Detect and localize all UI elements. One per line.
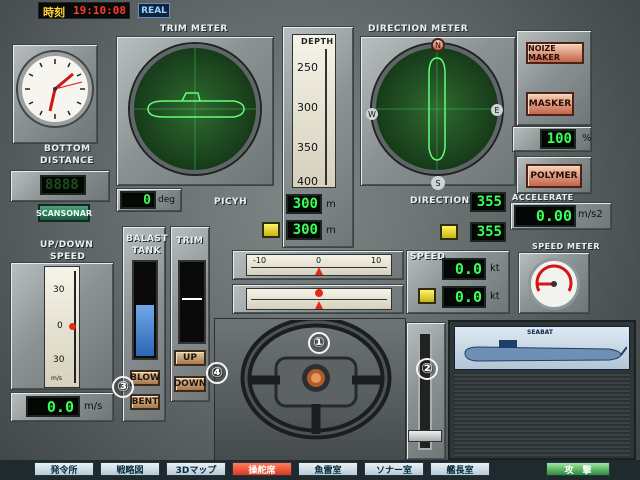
speed-label: SPEED bbox=[410, 252, 446, 262]
updown-gauge: 30 0 30 m/s bbox=[44, 266, 80, 388]
marker-4: ④ bbox=[206, 362, 228, 384]
direction-target-value: 355 bbox=[470, 222, 506, 242]
blow-button[interactable]: BLOW bbox=[130, 370, 160, 386]
sub-detail-grid bbox=[454, 372, 630, 456]
masker-button[interactable]: MASKER bbox=[526, 92, 574, 116]
scansonar-button[interactable]: SCANSONAR bbox=[36, 204, 92, 222]
real-time-toggle[interactable]: REAL bbox=[138, 3, 170, 18]
marker-3: ③ bbox=[112, 376, 134, 398]
depth-set-button[interactable] bbox=[262, 222, 280, 238]
planes-marker-bottom bbox=[315, 301, 323, 309]
trim-meter-title: TRIM METER bbox=[160, 24, 228, 34]
noize-maker-button[interactable]: NOIZE MAKER bbox=[526, 42, 584, 64]
accelerate-value: 0.00 bbox=[514, 205, 576, 227]
direction-current-value: 355 bbox=[470, 192, 506, 212]
tab-helm[interactable]: 操舵席 bbox=[232, 462, 292, 476]
compass-west: W bbox=[366, 108, 378, 120]
trim-down-button[interactable]: DOWN bbox=[174, 376, 206, 392]
tab-sonar-room[interactable]: ソナー室 bbox=[364, 462, 424, 476]
masker-level-value: 100 bbox=[540, 129, 576, 149]
depth-tick-250: 250 bbox=[297, 61, 318, 74]
updown-label-1: UP/DOWN bbox=[40, 240, 94, 250]
tab-3d-map[interactable]: 3Dマップ bbox=[166, 462, 226, 476]
masker-level-unit: % bbox=[582, 133, 592, 144]
compass-east: E bbox=[491, 104, 503, 116]
updown-tick-bottom: 30 bbox=[53, 355, 65, 365]
depth-title: DEPTH bbox=[301, 37, 334, 46]
depth-tick-350: 350 bbox=[297, 141, 318, 154]
rudder-tick-left: -10 bbox=[253, 256, 267, 265]
speed-unit-1: kt bbox=[490, 263, 500, 274]
rudder-marker bbox=[315, 267, 323, 275]
updown-value: 0.0 bbox=[26, 396, 80, 417]
depth-gauge: DEPTH 250 300 350 400 bbox=[292, 34, 336, 188]
speed-meter-label: SPEED METER bbox=[532, 242, 600, 251]
rudder-scale: -10 0 10 bbox=[246, 254, 392, 276]
planes-scale bbox=[246, 288, 392, 310]
updown-marker bbox=[69, 323, 76, 330]
sub-profile: SEABAT bbox=[454, 326, 630, 370]
depth-scale-line bbox=[325, 49, 327, 185]
planes-marker-top bbox=[315, 289, 323, 297]
tab-captain-room[interactable]: 艦長室 bbox=[430, 462, 490, 476]
bottom-distance-label-2: DISTANCE bbox=[40, 156, 94, 166]
trim-up-button[interactable]: UP bbox=[174, 350, 206, 366]
ballast-level-fill bbox=[136, 305, 154, 356]
speed-set-button[interactable] bbox=[418, 288, 436, 304]
tab-command-room[interactable]: 発令所 bbox=[34, 462, 94, 476]
clock-icon bbox=[18, 52, 92, 126]
direction-meter-title: DIRECTION METER bbox=[368, 24, 469, 34]
rudder-tick-center: 0 bbox=[316, 256, 322, 265]
clock-readout: 時刻 19:10:08 bbox=[38, 2, 130, 19]
ballast-gauge bbox=[132, 260, 158, 360]
depth-target-value: 300 bbox=[286, 220, 322, 240]
speed-value-1: 0.0 bbox=[442, 258, 486, 280]
ballast-title-2: TANK bbox=[132, 246, 161, 256]
updown-unit: m/s bbox=[84, 401, 103, 412]
compass-south: S bbox=[431, 176, 445, 190]
accelerate-unit: m/s2 bbox=[578, 209, 603, 220]
depth-target-unit: m bbox=[326, 225, 336, 236]
time-value: 19:10:08 bbox=[73, 4, 126, 17]
speed-meter-dial bbox=[528, 258, 580, 310]
speed-unit-2: kt bbox=[490, 291, 500, 302]
rudder-tick-right: 10 bbox=[371, 256, 382, 265]
sub-display: SEABAT bbox=[448, 320, 636, 460]
tab-strategy-map[interactable]: 戦略図 bbox=[100, 462, 160, 476]
trim-gauge-line bbox=[182, 298, 202, 300]
speed-value-2: 0.0 bbox=[442, 286, 486, 308]
trim-radar bbox=[130, 44, 260, 174]
depth-current-unit: m bbox=[326, 199, 336, 210]
trim-title: TRIM bbox=[176, 236, 204, 246]
time-label: 時刻 bbox=[43, 6, 65, 19]
pitch-label: PICYH bbox=[214, 197, 248, 207]
tab-torpedo-room[interactable]: 魚雷室 bbox=[298, 462, 358, 476]
bottom-distance-value: 8888 bbox=[40, 175, 86, 195]
pitch-value: 0 bbox=[120, 191, 156, 209]
depth-tick-400: 400 bbox=[297, 175, 318, 188]
updown-tick-top: 30 bbox=[53, 285, 65, 295]
bent-button[interactable]: BENT bbox=[130, 394, 160, 410]
polymer-button[interactable]: POLYMER bbox=[526, 164, 582, 188]
updown-label-2: SPEED bbox=[50, 252, 86, 262]
throttle-handle[interactable] bbox=[408, 430, 442, 442]
accelerate-label: ACCELERATE bbox=[512, 193, 574, 202]
direction-radar bbox=[372, 44, 502, 174]
marker-1: ① bbox=[308, 332, 330, 354]
bottom-distance-label-1: BOTTOM bbox=[44, 144, 91, 154]
trim-gauge bbox=[178, 260, 206, 344]
depth-current-value: 300 bbox=[286, 194, 322, 214]
depth-tick-300: 300 bbox=[297, 101, 318, 114]
planes-scale-line bbox=[251, 299, 387, 300]
compass-north: N bbox=[431, 38, 445, 52]
marker-2: ② bbox=[416, 358, 438, 380]
tab-attack[interactable]: 攻 撃 bbox=[546, 462, 610, 476]
updown-unit-small: m/s bbox=[51, 375, 62, 382]
direction-label: DIRECTION bbox=[410, 196, 470, 206]
updown-tick-mid: 0 bbox=[57, 321, 63, 331]
direction-set-button[interactable] bbox=[440, 224, 458, 240]
ballast-title-1: BALAST bbox=[126, 234, 169, 244]
pitch-unit: deg bbox=[158, 195, 175, 205]
